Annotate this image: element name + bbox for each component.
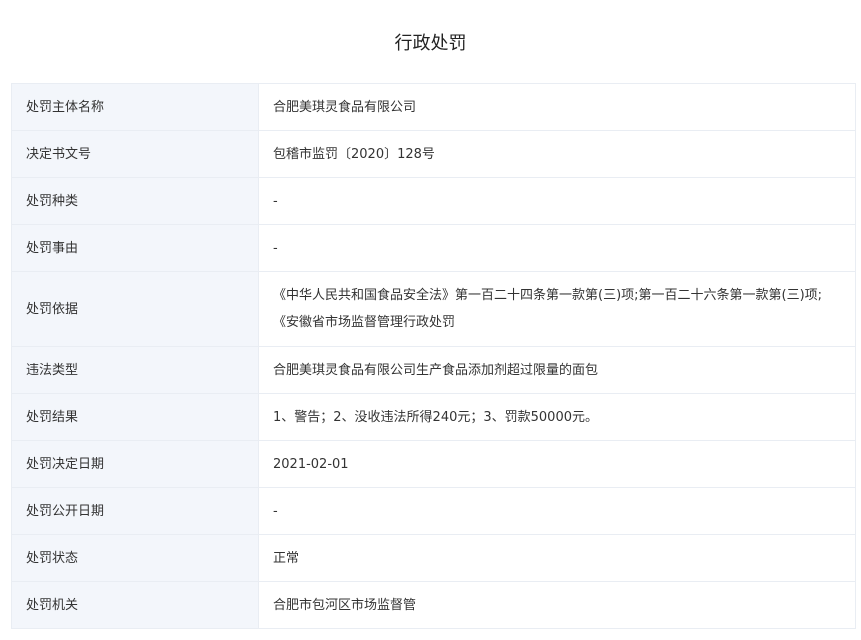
row-value: 合肥美琪灵食品有限公司 <box>258 83 856 131</box>
row-label: 处罚状态 <box>11 534 259 582</box>
row-value: 合肥市包河区市场监督管 <box>258 581 856 629</box>
table-row: 处罚依据 《中华人民共和国食品安全法》第一百二十四条第一款第(三)项;第一百二十… <box>11 271 856 347</box>
table-row: 处罚状态 正常 <box>11 534 856 582</box>
row-label: 处罚公开日期 <box>11 487 259 535</box>
table-row: 违法类型 合肥美琪灵食品有限公司生产食品添加剂超过限量的面包 <box>11 346 856 394</box>
row-value: 包稽市监罚〔2020〕128号 <box>258 130 856 178</box>
table-row: 处罚公开日期 - <box>11 487 856 535</box>
row-label: 处罚依据 <box>11 271 259 347</box>
row-label: 违法类型 <box>11 346 259 394</box>
row-value: 合肥美琪灵食品有限公司生产食品添加剂超过限量的面包 <box>258 346 856 394</box>
row-label: 处罚事由 <box>11 224 259 272</box>
table-row: 处罚种类 - <box>11 177 856 225</box>
row-label: 处罚机关 <box>11 581 259 629</box>
row-label: 处罚结果 <box>11 393 259 441</box>
page-title: 行政处罚 <box>394 33 467 54</box>
row-label: 处罚种类 <box>11 177 259 225</box>
row-value: 1、警告；2、没收违法所得240元；3、罚款50000元。 <box>258 393 856 441</box>
row-label: 处罚决定日期 <box>11 440 259 488</box>
row-value: - <box>258 224 856 272</box>
row-value: - <box>258 487 856 535</box>
table-row: 决定书文号 包稽市监罚〔2020〕128号 <box>11 130 856 178</box>
table-row: 处罚事由 - <box>11 224 856 272</box>
row-label: 处罚主体名称 <box>11 83 259 131</box>
table-row: 处罚主体名称 合肥美琪灵食品有限公司 <box>11 83 856 131</box>
table-row: 处罚决定日期 2021-02-01 <box>11 440 856 488</box>
table-row: 处罚结果 1、警告；2、没收违法所得240元；3、罚款50000元。 <box>11 393 856 441</box>
row-value: 正常 <box>258 534 856 582</box>
row-value: - <box>258 177 856 225</box>
row-value: 《中华人民共和国食品安全法》第一百二十四条第一款第(三)项;第一百二十六条第一款… <box>258 271 856 347</box>
row-value: 2021-02-01 <box>258 440 856 488</box>
row-label: 决定书文号 <box>11 130 259 178</box>
penalty-detail-table: 处罚主体名称 合肥美琪灵食品有限公司 决定书文号 包稽市监罚〔2020〕128号… <box>11 83 856 629</box>
table-row: 处罚机关 合肥市包河区市场监督管 <box>11 581 856 629</box>
